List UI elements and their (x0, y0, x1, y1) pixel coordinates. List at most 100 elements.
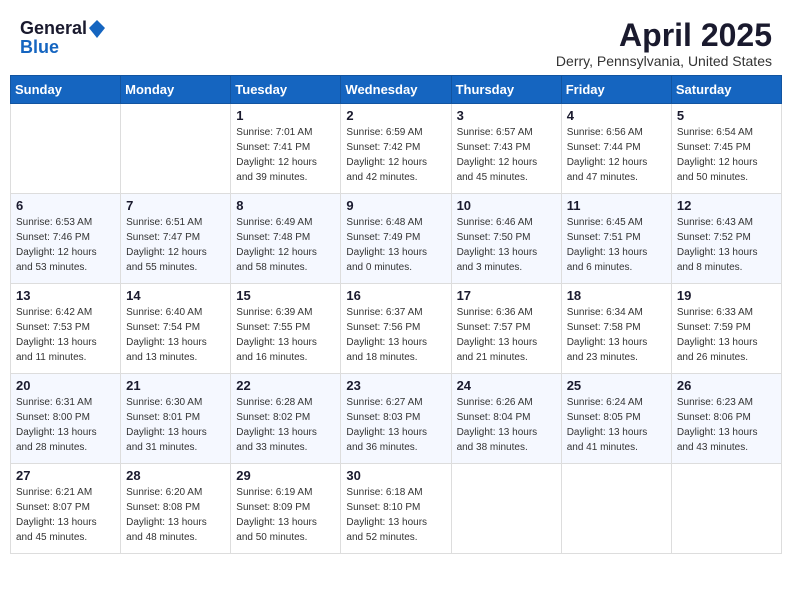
day-number: 21 (126, 378, 225, 393)
logo-general-text: General (20, 18, 87, 39)
day-number: 14 (126, 288, 225, 303)
day-number: 10 (457, 198, 556, 213)
weekday-header: Saturday (671, 76, 781, 104)
calendar-cell (121, 104, 231, 194)
calendar-cell: 7 Sunrise: 6:51 AMSunset: 7:47 PMDaylight… (121, 194, 231, 284)
title-block: April 2025 Derry, Pennsylvania, United S… (556, 18, 772, 69)
weekday-header-row: SundayMondayTuesdayWednesdayThursdayFrid… (11, 76, 782, 104)
day-number: 29 (236, 468, 335, 483)
calendar-cell: 5Sunrise: 6:54 AMSunset: 7:45 PMDaylight… (671, 104, 781, 194)
calendar-cell: 13 Sunrise: 6:42 AMSunset: 7:53 PMDayligh… (11, 284, 121, 374)
day-number: 8 (236, 198, 335, 213)
day-info: Sunrise: 6:56 AMSunset: 7:44 PMDaylight:… (567, 125, 666, 185)
day-number: 17 (457, 288, 556, 303)
day-info: Sunrise: 6:26 AMSunset: 8:04 PMDaylight:… (457, 395, 556, 455)
day-info: Sunrise: 6:40 AMSunset: 7:54 PMDaylight:… (126, 305, 225, 365)
calendar-week-row: 13 Sunrise: 6:42 AMSunset: 7:53 PMDayligh… (11, 284, 782, 374)
weekday-header: Sunday (11, 76, 121, 104)
day-number: 3 (457, 108, 556, 123)
calendar-cell: 8Sunrise: 6:49 AMSunset: 7:48 PMDaylight… (231, 194, 341, 284)
day-number: 7 (126, 198, 225, 213)
weekday-header: Friday (561, 76, 671, 104)
logo: General Blue (20, 18, 105, 58)
day-number: 26 (677, 378, 776, 393)
calendar-cell: 1 Sunrise: 7:01 AMSunset: 7:41 PMDaylight… (231, 104, 341, 194)
day-number: 4 (567, 108, 666, 123)
day-info: Sunrise: 6:36 AMSunset: 7:57 PMDaylight:… (457, 305, 556, 365)
day-info: Sunrise: 6:51 AMSunset: 7:47 PMDaylight:… (126, 215, 225, 275)
day-info: Sunrise: 6:57 AMSunset: 7:43 PMDaylight:… (457, 125, 556, 185)
day-number: 16 (346, 288, 445, 303)
day-info: Sunrise: 6:33 AMSunset: 7:59 PMDaylight:… (677, 305, 776, 365)
day-number: 11 (567, 198, 666, 213)
day-number: 22 (236, 378, 335, 393)
calendar-cell: 25 Sunrise: 6:24 AMSunset: 8:05 PMDayligh… (561, 374, 671, 464)
calendar-week-row: 20Sunrise: 6:31 AMSunset: 8:00 PMDayligh… (11, 374, 782, 464)
calendar-cell: 9 Sunrise: 6:48 AMSunset: 7:49 PMDaylight… (341, 194, 451, 284)
day-info: Sunrise: 7:01 AMSunset: 7:41 PMDaylight:… (236, 125, 335, 185)
calendar-cell: 17 Sunrise: 6:36 AMSunset: 7:57 PMDayligh… (451, 284, 561, 374)
day-info: Sunrise: 6:19 AMSunset: 8:09 PMDaylight:… (236, 485, 335, 545)
calendar-cell: 30 Sunrise: 6:18 AMSunset: 8:10 PMDayligh… (341, 464, 451, 554)
calendar-cell (561, 464, 671, 554)
calendar-cell: 21 Sunrise: 6:30 AMSunset: 8:01 PMDayligh… (121, 374, 231, 464)
calendar-week-row: 6Sunrise: 6:53 AMSunset: 7:46 PMDaylight… (11, 194, 782, 284)
day-number: 27 (16, 468, 115, 483)
calendar-cell: 19 Sunrise: 6:33 AMSunset: 7:59 PMDayligh… (671, 284, 781, 374)
day-info: Sunrise: 6:24 AMSunset: 8:05 PMDaylight:… (567, 395, 666, 455)
weekday-header: Monday (121, 76, 231, 104)
calendar-cell: 11 Sunrise: 6:45 AMSunset: 7:51 PMDayligh… (561, 194, 671, 284)
day-info: Sunrise: 6:27 AMSunset: 8:03 PMDaylight:… (346, 395, 445, 455)
day-info: Sunrise: 6:48 AMSunset: 7:49 PMDaylight:… (346, 215, 445, 275)
day-info: Sunrise: 6:59 AMSunset: 7:42 PMDaylight:… (346, 125, 445, 185)
calendar-cell: 24Sunrise: 6:26 AMSunset: 8:04 PMDayligh… (451, 374, 561, 464)
day-number: 15 (236, 288, 335, 303)
calendar-cell (11, 104, 121, 194)
day-number: 28 (126, 468, 225, 483)
day-info: Sunrise: 6:42 AMSunset: 7:53 PMDaylight:… (16, 305, 115, 365)
calendar-week-row: 1 Sunrise: 7:01 AMSunset: 7:41 PMDaylight… (11, 104, 782, 194)
day-info: Sunrise: 6:34 AMSunset: 7:58 PMDaylight:… (567, 305, 666, 365)
day-info: Sunrise: 6:45 AMSunset: 7:51 PMDaylight:… (567, 215, 666, 275)
calendar-cell: 4 Sunrise: 6:56 AMSunset: 7:44 PMDaylight… (561, 104, 671, 194)
day-info: Sunrise: 6:28 AMSunset: 8:02 PMDaylight:… (236, 395, 335, 455)
calendar-cell: 10 Sunrise: 6:46 AMSunset: 7:50 PMDayligh… (451, 194, 561, 284)
calendar-cell: 29 Sunrise: 6:19 AMSunset: 8:09 PMDayligh… (231, 464, 341, 554)
day-number: 13 (16, 288, 115, 303)
calendar-cell: 18 Sunrise: 6:34 AMSunset: 7:58 PMDayligh… (561, 284, 671, 374)
day-info: Sunrise: 6:23 AMSunset: 8:06 PMDaylight:… (677, 395, 776, 455)
calendar-cell: 28 Sunrise: 6:20 AMSunset: 8:08 PMDayligh… (121, 464, 231, 554)
calendar-cell: 27 Sunrise: 6:21 AMSunset: 8:07 PMDayligh… (11, 464, 121, 554)
day-number: 9 (346, 198, 445, 213)
calendar-cell: 3 Sunrise: 6:57 AMSunset: 7:43 PMDaylight… (451, 104, 561, 194)
day-info: Sunrise: 6:18 AMSunset: 8:10 PMDaylight:… (346, 485, 445, 545)
weekday-header: Tuesday (231, 76, 341, 104)
day-number: 12 (677, 198, 776, 213)
day-info: Sunrise: 6:53 AMSunset: 7:46 PMDaylight:… (16, 215, 115, 275)
day-info: Sunrise: 6:20 AMSunset: 8:08 PMDaylight:… (126, 485, 225, 545)
calendar-cell: 22 Sunrise: 6:28 AMSunset: 8:02 PMDayligh… (231, 374, 341, 464)
day-number: 1 (236, 108, 335, 123)
day-number: 5 (677, 108, 776, 123)
page-header: General Blue April 2025 Derry, Pennsylva… (10, 10, 782, 75)
day-number: 25 (567, 378, 666, 393)
calendar-cell: 6Sunrise: 6:53 AMSunset: 7:46 PMDaylight… (11, 194, 121, 284)
day-info: Sunrise: 6:46 AMSunset: 7:50 PMDaylight:… (457, 215, 556, 275)
day-number: 18 (567, 288, 666, 303)
day-number: 23 (346, 378, 445, 393)
month-title: April 2025 (556, 18, 772, 53)
day-info: Sunrise: 6:21 AMSunset: 8:07 PMDaylight:… (16, 485, 115, 545)
day-number: 2 (346, 108, 445, 123)
calendar-cell: 16Sunrise: 6:37 AMSunset: 7:56 PMDayligh… (341, 284, 451, 374)
calendar-cell: 20Sunrise: 6:31 AMSunset: 8:00 PMDayligh… (11, 374, 121, 464)
calendar-cell: 14 Sunrise: 6:40 AMSunset: 7:54 PMDayligh… (121, 284, 231, 374)
day-info: Sunrise: 6:30 AMSunset: 8:01 PMDaylight:… (126, 395, 225, 455)
calendar-cell: 2 Sunrise: 6:59 AMSunset: 7:42 PMDaylight… (341, 104, 451, 194)
calendar-cell: 15 Sunrise: 6:39 AMSunset: 7:55 PMDayligh… (231, 284, 341, 374)
day-number: 19 (677, 288, 776, 303)
weekday-header: Thursday (451, 76, 561, 104)
calendar-cell: 26 Sunrise: 6:23 AMSunset: 8:06 PMDayligh… (671, 374, 781, 464)
day-number: 30 (346, 468, 445, 483)
calendar-cell (671, 464, 781, 554)
day-info: Sunrise: 6:39 AMSunset: 7:55 PMDaylight:… (236, 305, 335, 365)
